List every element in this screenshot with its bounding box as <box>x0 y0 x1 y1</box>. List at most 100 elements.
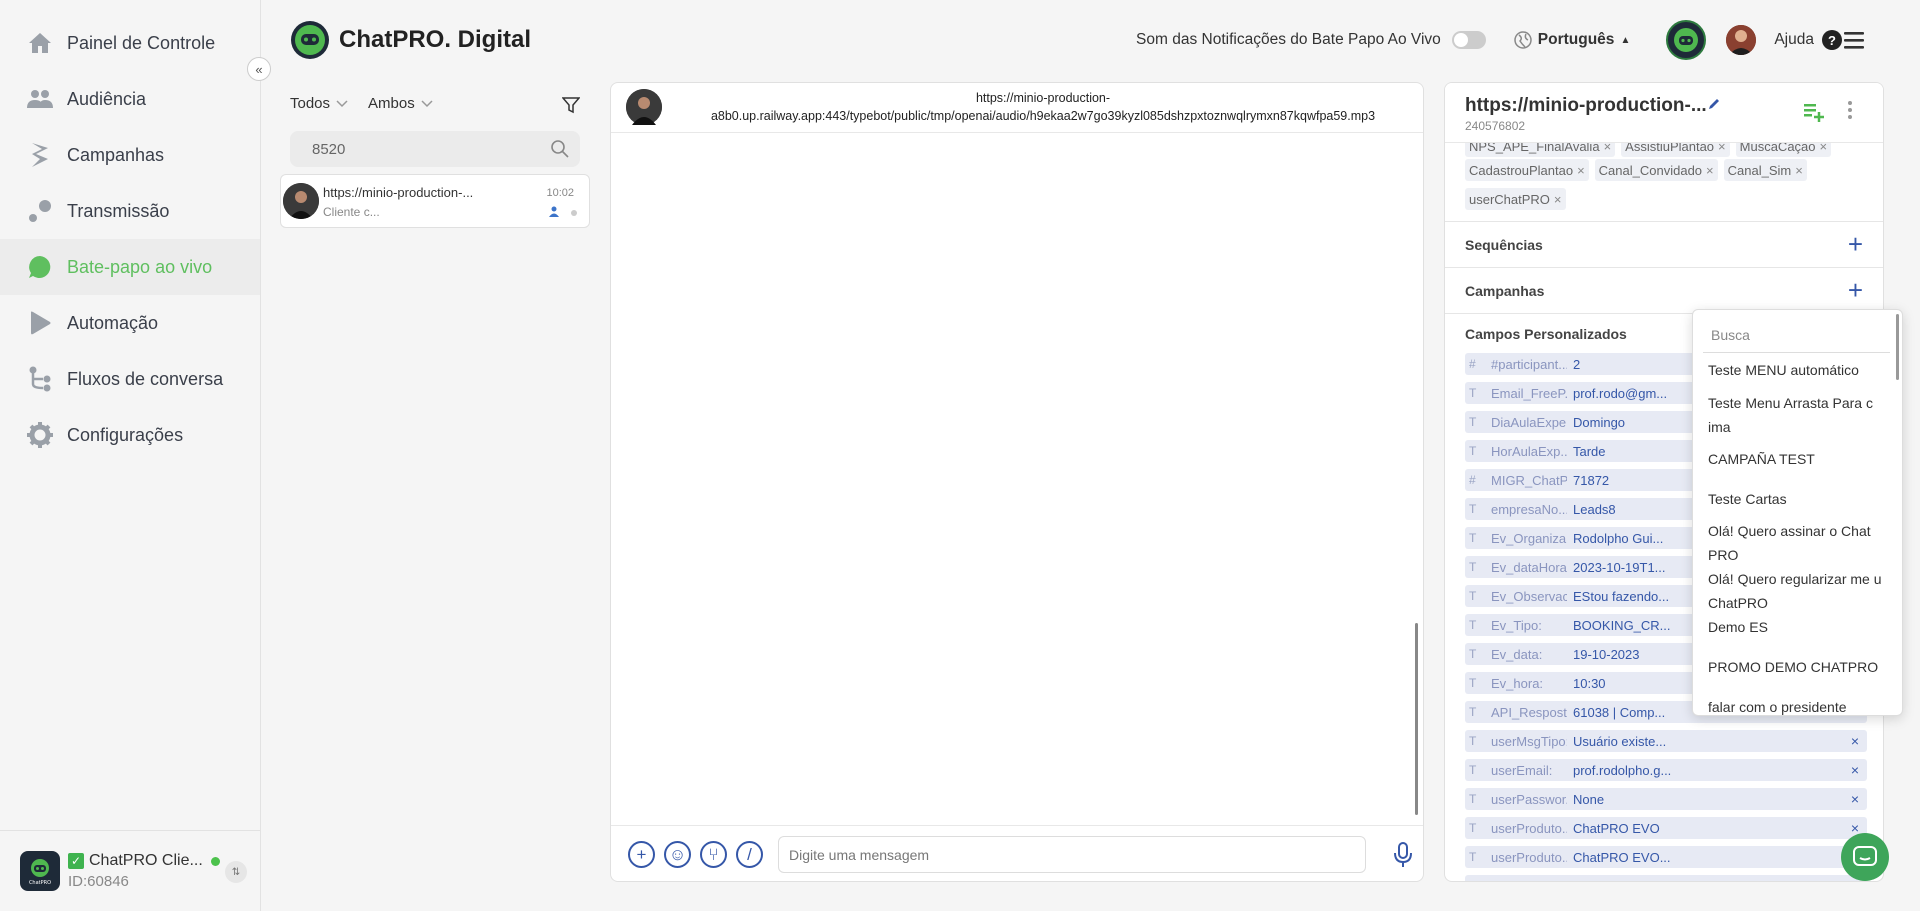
custom-field-value: 71872 <box>1573 472 1610 488</box>
sidebar-item-bate-papo[interactable]: Bate-papo ao vivo <box>0 239 260 295</box>
remove-field-icon[interactable]: × <box>1851 762 1859 778</box>
dropdown-item[interactable]: Olá! Quero regularizar me u ChatPRO <box>1708 567 1890 615</box>
custom-field-key: Email_FreeP... <box>1491 385 1567 401</box>
search-icon[interactable] <box>550 139 570 159</box>
language-selector[interactable]: Português ▲ <box>1514 31 1631 49</box>
dropdown-item[interactable]: Teste MENU automático <box>1708 358 1890 382</box>
tag-chip[interactable]: CadastrouPlantao × <box>1465 159 1589 181</box>
sidebar-item-automacao[interactable]: Automação <box>0 295 260 351</box>
sidebar: Painel de Controle Audiência Campanhas T… <box>0 0 261 911</box>
text-type-icon: T <box>1469 734 1477 748</box>
add-campaign-button[interactable]: + <box>1848 277 1863 303</box>
remove-tag-icon[interactable]: × <box>1577 163 1585 178</box>
help-link[interactable]: Ajuda? <box>1774 30 1842 50</box>
filter-status-dropdown[interactable]: Todos <box>290 95 354 112</box>
custom-field-key: Ev_data: <box>1491 646 1543 662</box>
dropdown-item[interactable]: Teste Menu Arrasta Para c ima <box>1708 391 1890 439</box>
lightning-icon <box>27 142 53 168</box>
dropdown-scrollbar[interactable] <box>1896 314 1899 380</box>
text-type-icon: T <box>1469 618 1477 632</box>
remove-tag-icon[interactable]: × <box>1554 192 1562 207</box>
custom-field-row[interactable]: TuserEmail: prof.rodolpho.g... × <box>1465 759 1867 781</box>
text-type-icon: T <box>1469 560 1477 574</box>
add-attachment-button[interactable]: + <box>628 841 655 868</box>
custom-field-row[interactable]: TuserCampan...61438× <box>1465 875 1867 881</box>
custom-field-row[interactable]: TuserProduto... ChatPRO EVO × <box>1465 817 1867 839</box>
custom-field-key: empresaNo... <box>1491 501 1567 517</box>
custom-field-key: DiaAulaExpe... <box>1491 414 1567 430</box>
dropdown-item[interactable]: Olá! Quero assinar o Chat PRO <box>1708 519 1890 567</box>
sidebar-item-transmissao[interactable]: Transmissão <box>0 183 260 239</box>
custom-field-key: #participant... <box>1491 356 1567 372</box>
custom-field-key: userEmail: <box>1491 762 1553 778</box>
dropdown-item[interactable]: falar com o presidente <box>1708 695 1890 715</box>
flow-button[interactable]: ⑂ <box>700 841 727 868</box>
sidebar-item-configuracoes[interactable]: Configurações <box>0 407 260 463</box>
sidebar-item-label: Bate-papo ao vivo <box>67 256 213 277</box>
emoji-button[interactable]: ☺ <box>664 841 691 868</box>
message-input[interactable]: Digite uma mensagem <box>778 836 1366 873</box>
chevron-down-icon <box>421 99 433 108</box>
support-chat-button[interactable] <box>1841 833 1889 881</box>
chat-url-line1: https://minio-production- <box>975 91 1111 105</box>
custom-field-key: Ev_Tipo: <box>1491 617 1542 633</box>
account-id: ID:60846 <box>68 873 129 890</box>
chat-scrollbar[interactable] <box>1415 623 1418 815</box>
hamburger-menu-icon[interactable] <box>1844 31 1864 49</box>
account-switcher[interactable]: ChatPRO ✓ ChatPRO Clie... ID:60846 ⇅ <box>0 830 260 911</box>
caret-up-icon: ▲ <box>1620 34 1631 46</box>
conversation-search-input[interactable]: 8520 <box>290 131 580 167</box>
sidebar-item-fluxos[interactable]: Fluxos de conversa <box>0 351 260 407</box>
tag-chip[interactable]: Canal_Convidado × <box>1594 159 1718 181</box>
switch-account-icon[interactable]: ⇅ <box>225 861 247 883</box>
message-composer: + ☺ ⑂ / Digite uma mensagem <box>611 825 1423 881</box>
filter-channel-dropdown[interactable]: Ambos <box>368 95 439 112</box>
microphone-icon[interactable] <box>1393 842 1413 868</box>
text-type-icon: T <box>1469 502 1477 516</box>
sidebar-item-label: Configurações <box>67 424 184 445</box>
remove-field-icon[interactable]: × <box>1851 791 1859 807</box>
sidebar-item-campanhas[interactable]: Campanhas <box>0 127 260 183</box>
user-avatar[interactable] <box>1726 25 1757 55</box>
brand[interactable]: ChatPRO. Digital <box>290 20 531 60</box>
dropdown-item[interactable]: Demo ES <box>1708 615 1890 639</box>
text-type-icon: T <box>1469 415 1477 429</box>
custom-field-key: Ev_Observac... <box>1491 588 1567 604</box>
chat-contact-name: https://minio-production- a8b0.up.railwa… <box>673 89 1413 125</box>
custom-field-value: Rodolpho Gui... <box>1573 530 1664 546</box>
conversation-list-item[interactable]: https://minio-production-... Cliente c..… <box>280 174 590 228</box>
quick-reply-button[interactable]: / <box>736 841 763 868</box>
tag-chip[interactable]: Canal_Sim × <box>1723 159 1807 181</box>
custom-field-value: BOOKING_CR... <box>1573 617 1671 633</box>
account-name-row: ✓ ChatPRO Clie... <box>68 852 220 870</box>
add-sequence-button[interactable]: + <box>1848 231 1863 257</box>
bot-avatar[interactable] <box>1666 20 1707 60</box>
dropdown-item[interactable]: PROMO DEMO CHATPRO <box>1708 655 1890 679</box>
notification-sound-toggle[interactable] <box>1451 31 1486 49</box>
remove-field-icon[interactable]: × <box>1851 733 1859 749</box>
dropdown-item[interactable]: Teste Cartas <box>1708 487 1890 511</box>
pencil-icon[interactable] <box>1707 97 1721 111</box>
dropdown-item[interactable]: CAMPAÑA TEST <box>1708 447 1890 471</box>
custom-field-value: Tarde <box>1573 443 1606 459</box>
more-options-icon[interactable] <box>1848 101 1852 119</box>
custom-field-key: MIGR_ChatP... <box>1491 472 1567 488</box>
remove-tag-icon[interactable]: × <box>1795 163 1803 178</box>
remove-tag-icon[interactable]: × <box>1706 163 1714 178</box>
dropdown-search-placeholder: Busca <box>1711 326 1750 343</box>
sidebar-item-audiencia[interactable]: Audiência <box>0 71 260 127</box>
add-list-icon[interactable] <box>1803 101 1825 123</box>
sidebar-item-painel[interactable]: Painel de Controle <box>0 15 260 71</box>
filter-icon[interactable] <box>562 96 580 114</box>
chat-contact-avatar[interactable] <box>626 89 662 125</box>
dropdown-search-input[interactable]: Busca <box>1703 317 1890 353</box>
custom-field-row[interactable]: TuserProduto...ChatPRO EVO...× <box>1465 846 1867 868</box>
collapse-sidebar-button[interactable]: « <box>247 57 271 81</box>
svg-text:ChatPRO: ChatPRO <box>29 880 51 886</box>
tag-chip[interactable]: userChatPRO × <box>1465 188 1566 210</box>
custom-field-row[interactable]: TuserPasswor... None × <box>1465 788 1867 810</box>
conversation-preview: Cliente c... <box>323 205 380 219</box>
custom-field-value: Usuário existe... <box>1573 733 1667 749</box>
sidebar-item-label: Campanhas <box>67 144 165 165</box>
custom-field-row[interactable]: TuserMsgTipo: Usuário existe... × <box>1465 730 1867 752</box>
